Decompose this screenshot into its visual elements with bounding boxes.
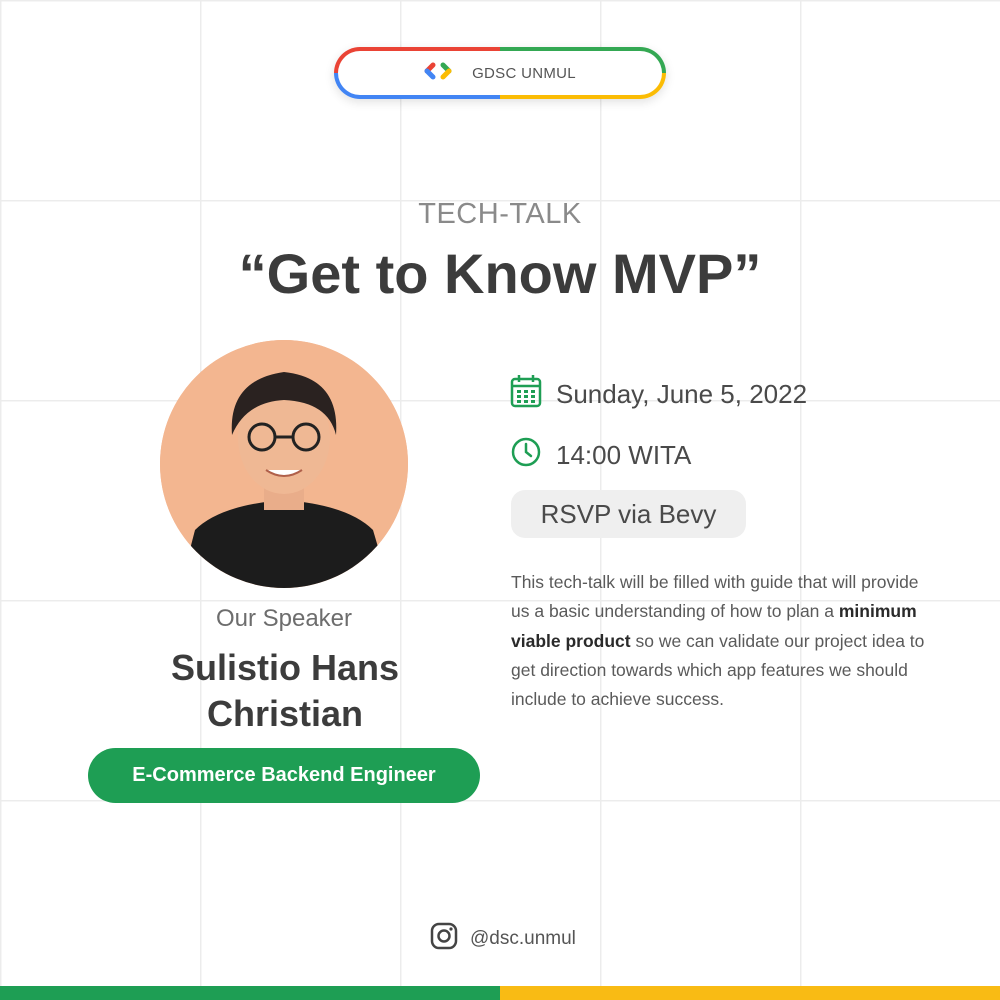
speaker-name-line1: Sulistio Hans	[170, 647, 400, 688]
speaker-name: Sulistio Hans Christian	[110, 645, 460, 737]
calendar-icon	[510, 374, 542, 415]
event-description: This tech-talk will be filled with guide…	[511, 568, 931, 714]
footer-bar-green	[0, 986, 500, 1000]
speaker-name-line2: Christian	[206, 693, 364, 734]
event-title: “Get to Know MVP”	[238, 242, 762, 305]
event-date: Sunday, June 5, 2022	[556, 379, 808, 409]
background-grid	[0, 0, 1000, 1000]
date-row: Sunday, June 5, 2022	[510, 374, 807, 415]
logo-text: GDSC UNMUL	[472, 64, 576, 82]
speaker-caption: Our Speaker	[215, 605, 353, 632]
time-row: 14:00 WITA	[510, 436, 691, 475]
gdsc-logo-icon	[424, 62, 462, 85]
event-eyebrow: TECH-TALK	[418, 198, 582, 230]
clock-icon	[510, 436, 542, 475]
footer-bar-yellow	[500, 986, 1000, 1000]
rsvp-button[interactable]: RSVP via Bevy	[511, 490, 746, 538]
instagram-link[interactable]: @dsc.unmul	[430, 922, 576, 956]
instagram-handle: @dsc.unmul	[470, 928, 576, 949]
speaker-photo	[160, 340, 408, 588]
gdsc-logo-pill: GDSC UNMUL	[334, 47, 666, 99]
event-time: 14:00 WITA	[556, 440, 692, 470]
speaker-role-badge: E-Commerce Backend Engineer	[88, 748, 480, 803]
instagram-icon	[430, 922, 458, 956]
